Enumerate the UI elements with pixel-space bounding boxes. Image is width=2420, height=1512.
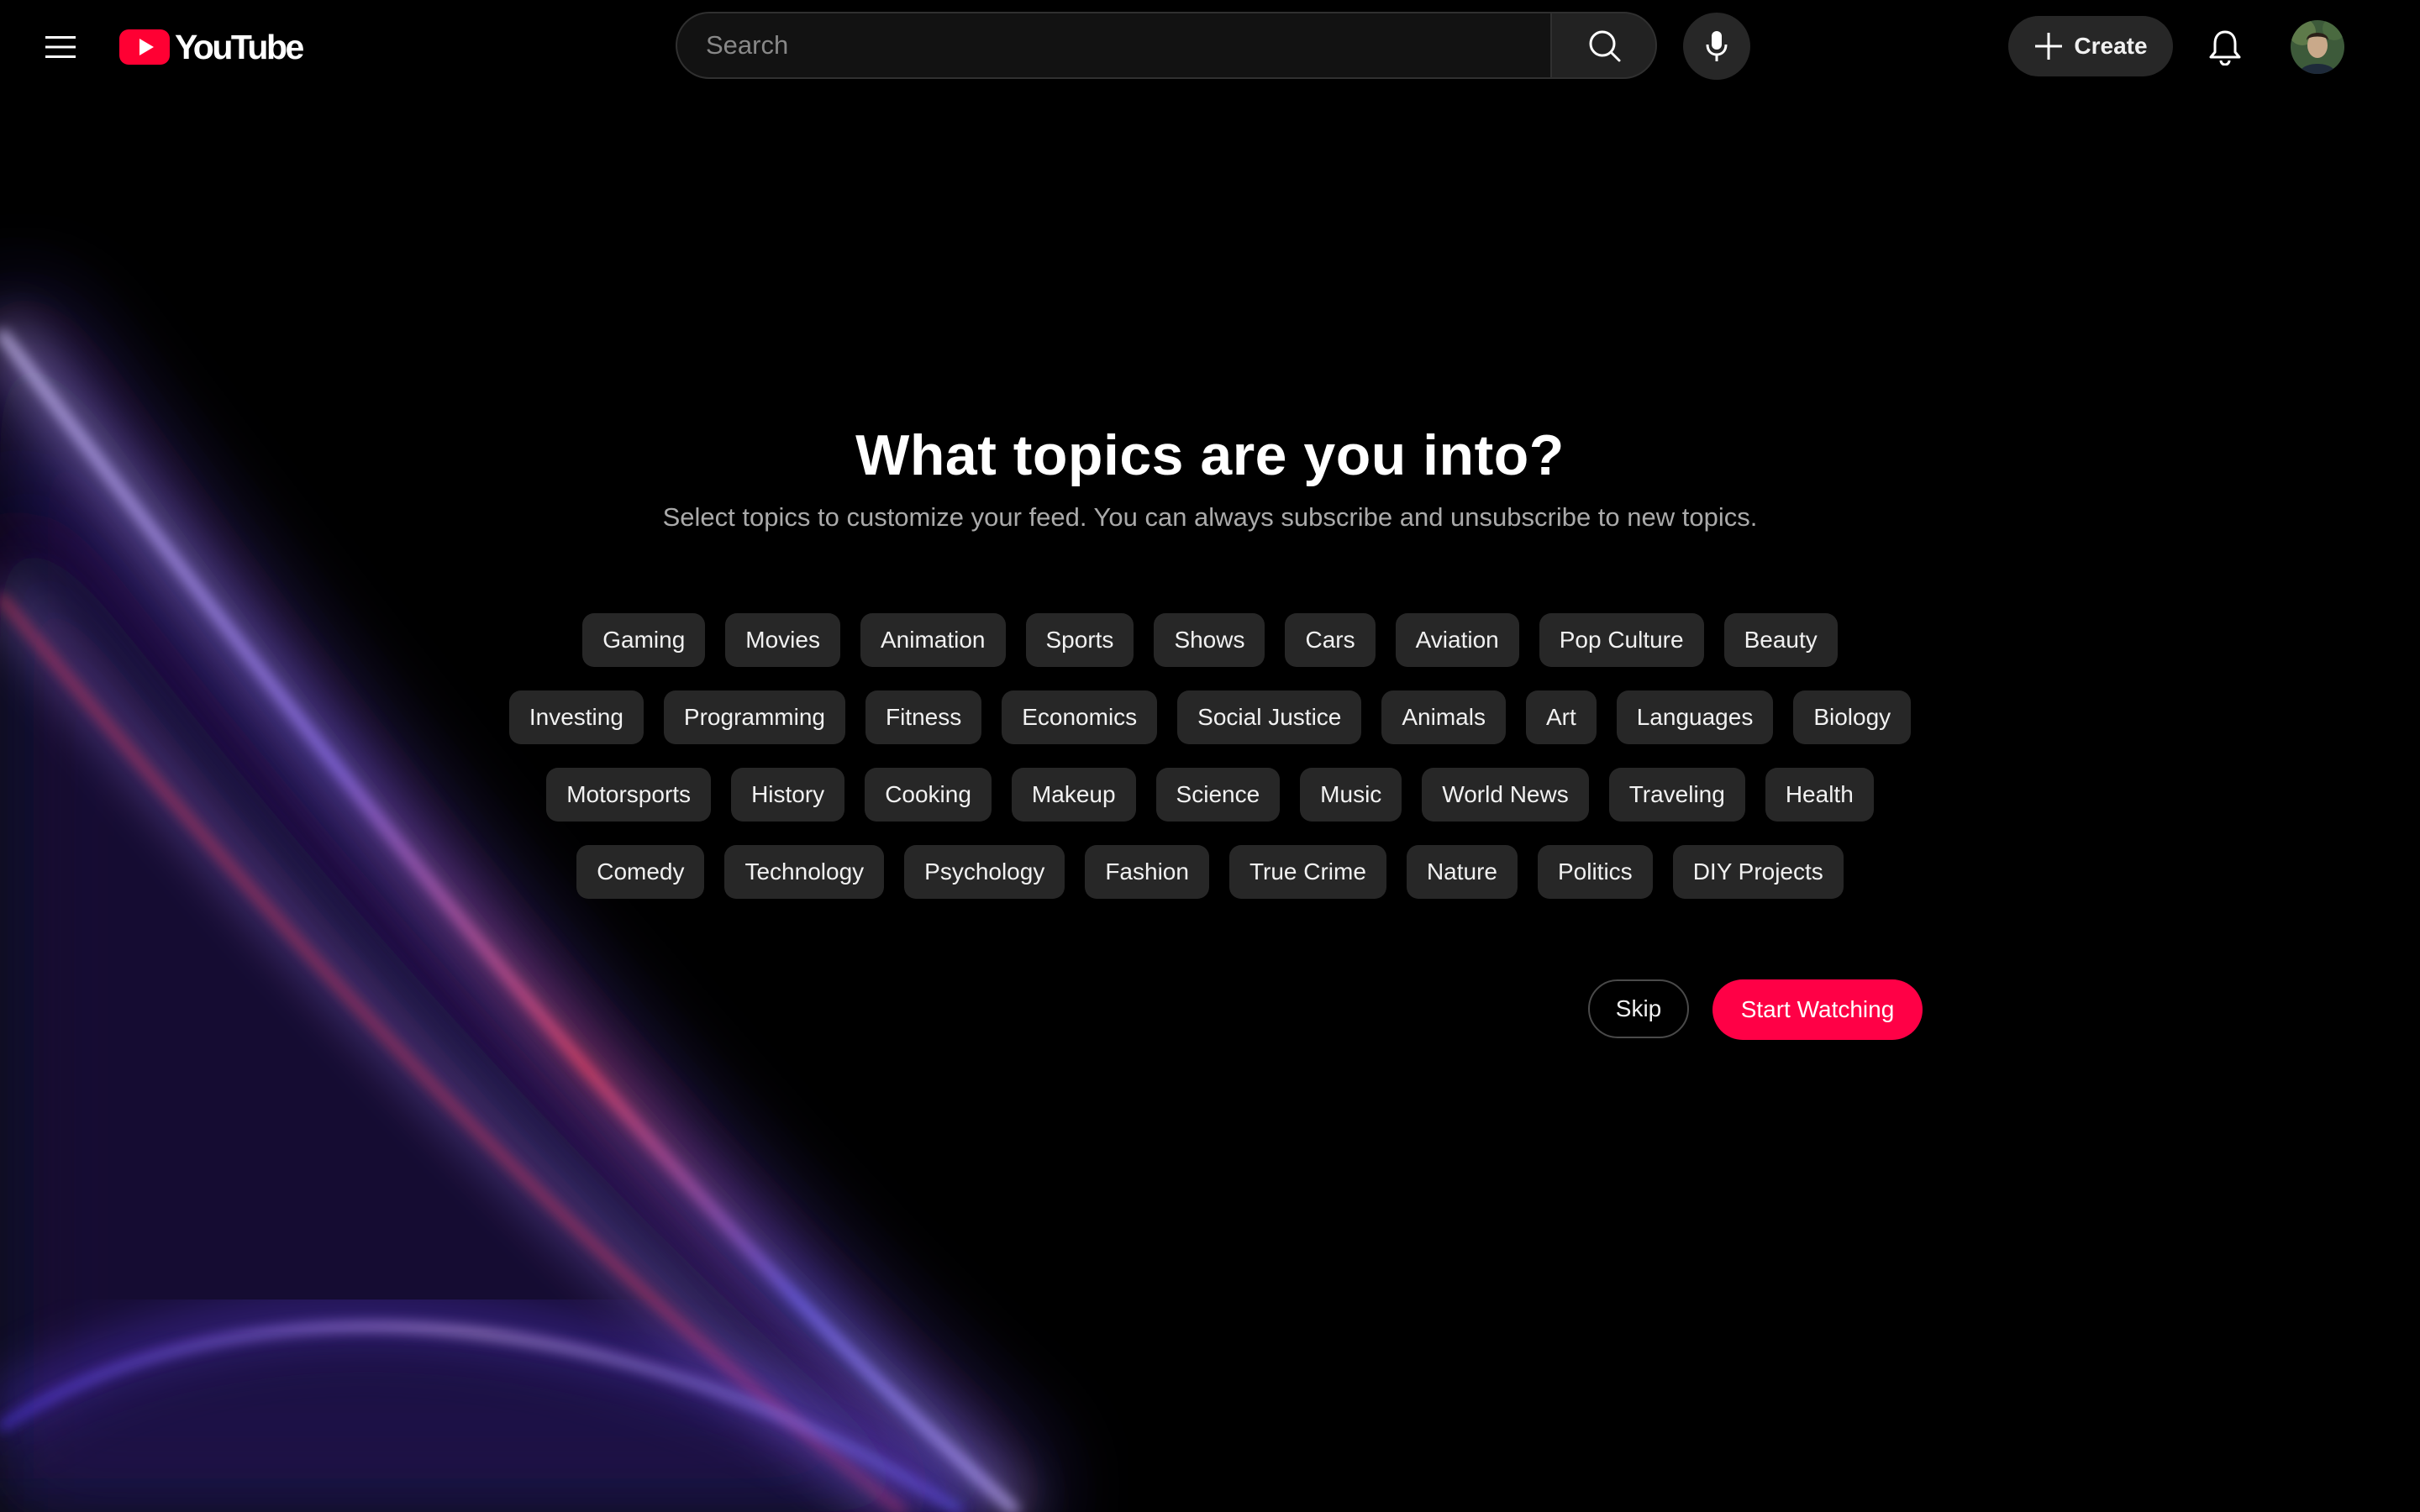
topic-chip[interactable]: Animation [860, 613, 1006, 667]
topic-chip[interactable]: Cooking [865, 768, 992, 822]
topic-chip[interactable]: Fashion [1085, 845, 1209, 899]
topic-chip[interactable]: Sports [1025, 613, 1134, 667]
bell-icon [2209, 30, 2241, 66]
youtube-play-icon [119, 29, 170, 65]
skip-button[interactable]: Skip [1588, 979, 1689, 1038]
topic-chip[interactable]: Cars [1285, 613, 1376, 667]
topic-row: Motorsports History Cooking Makeup Scien… [0, 768, 2420, 822]
avatar[interactable] [2291, 20, 2344, 74]
topic-chip[interactable]: Traveling [1608, 768, 1745, 822]
plus-icon [2035, 33, 2063, 60]
topic-chip[interactable]: Fitness [865, 690, 982, 744]
search-box [676, 12, 1551, 79]
topic-chip[interactable]: Biology [1793, 690, 1912, 744]
page-title: What topics are you into? [855, 423, 1565, 487]
user-avatar-image [2291, 20, 2344, 74]
search-button[interactable] [1550, 12, 1657, 79]
topic-chip[interactable]: Beauty [1723, 613, 1838, 667]
start-watching-button[interactable]: Start Watching [1712, 979, 1923, 1040]
notifications-button[interactable] [2195, 17, 2255, 77]
topic-chip[interactable]: History [731, 768, 845, 822]
topic-chip[interactable]: Politics [1537, 845, 1653, 899]
page-subtitle: Select topics to customize your feed. Yo… [662, 502, 1758, 532]
topic-chip[interactable]: Art [1525, 690, 1597, 744]
onboarding-page: YouTube Create [0, 0, 2420, 1512]
create-button[interactable]: Create [2008, 16, 2173, 76]
topic-chip[interactable]: Pop Culture [1539, 613, 1704, 667]
topic-chip[interactable]: World News [1422, 768, 1589, 822]
topic-chip[interactable]: Psychology [904, 845, 1065, 899]
topic-chip[interactable]: Science [1155, 768, 1281, 822]
topic-row: Investing Programming Fitness Economics … [0, 690, 2420, 744]
topic-chip-grid: Gaming Movies Animation Sports Shows Car… [0, 613, 2420, 922]
create-label: Create [2074, 33, 2148, 59]
menu-button[interactable] [35, 24, 86, 71]
topic-chip[interactable]: Gaming [582, 613, 706, 667]
search-icon [1589, 30, 1620, 62]
masthead: YouTube Create [0, 0, 2420, 94]
hamburger-menu-icon [45, 36, 76, 58]
topic-chip[interactable]: Social Justice [1177, 690, 1362, 744]
voice-search-button[interactable] [1683, 13, 1750, 80]
topic-chip[interactable]: Health [1765, 768, 1874, 822]
topic-chip[interactable]: Motorsports [546, 768, 712, 822]
topic-chip[interactable]: Shows [1154, 613, 1265, 667]
youtube-logo[interactable]: YouTube [119, 28, 304, 66]
topic-chip[interactable]: DIY Projects [1672, 845, 1844, 899]
topic-chip[interactable]: Movies [725, 613, 840, 667]
microphone-icon [1706, 31, 1728, 61]
topic-chip[interactable]: Animals [1381, 690, 1506, 744]
topic-chip[interactable]: Comedy [576, 845, 705, 899]
logo-wordmark: YouTube [175, 28, 304, 66]
topic-chip[interactable]: Programming [663, 690, 845, 744]
topic-chip[interactable]: Languages [1616, 690, 1774, 744]
topic-row: Comedy Technology Psychology Fashion Tru… [0, 845, 2420, 899]
topic-chip[interactable]: Music [1300, 768, 1402, 822]
search-input[interactable] [706, 13, 1512, 77]
topic-row: Gaming Movies Animation Sports Shows Car… [0, 613, 2420, 667]
topic-chip[interactable]: Aviation [1395, 613, 1519, 667]
topic-chip[interactable]: Nature [1406, 845, 1518, 899]
topic-chip[interactable]: Technology [724, 845, 885, 899]
topic-chip[interactable]: True Crime [1228, 845, 1386, 899]
topic-chip[interactable]: Makeup [1011, 768, 1136, 822]
topic-chip[interactable]: Economics [1002, 690, 1158, 744]
topic-chip[interactable]: Investing [508, 690, 644, 744]
